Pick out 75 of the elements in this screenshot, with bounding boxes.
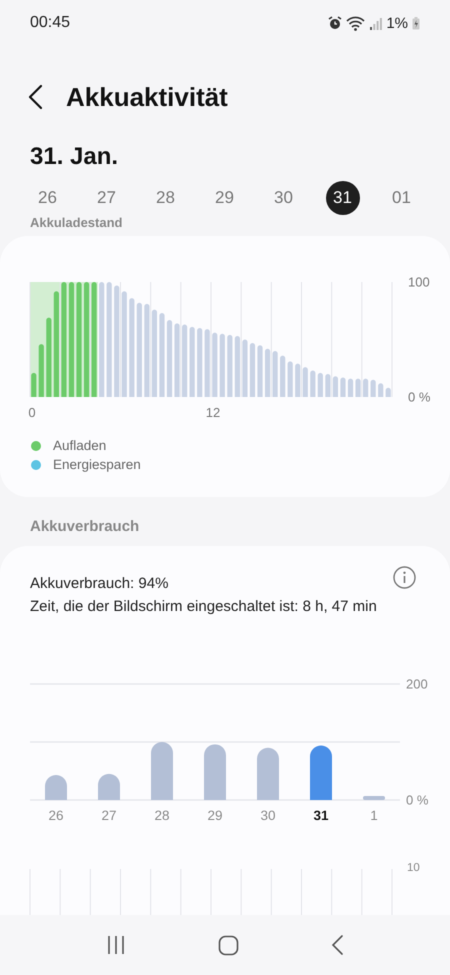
chart-bar (257, 345, 263, 397)
chart-bar (272, 351, 278, 397)
chart-bar (190, 326, 195, 397)
chart-bar (38, 344, 44, 397)
axis-label: 31 (313, 808, 329, 823)
chart-bar (318, 372, 323, 397)
axis-label: 0 (28, 405, 36, 420)
chart-bar (280, 356, 286, 397)
home-button[interactable] (218, 934, 239, 956)
chart-bar (242, 340, 248, 397)
chart-bar (197, 328, 202, 397)
chart-bar (332, 376, 338, 397)
recent-apps-button[interactable] (106, 934, 126, 956)
chart-bar (250, 342, 256, 397)
chart-bar (234, 336, 240, 397)
usage-summary: Akkuverbrauch: 94% (30, 574, 168, 594)
chart-bar (370, 380, 376, 397)
date-tab[interactable]: 30 (266, 181, 300, 215)
chart-bar (325, 374, 330, 397)
axis-label: 0 % (406, 792, 428, 808)
date-tab[interactable]: 29 (208, 181, 242, 215)
chart-bar (220, 334, 225, 397)
chart-bar (288, 361, 293, 397)
axis-label: 29 (207, 808, 223, 823)
legend-label: Aufladen (53, 437, 106, 455)
chart-bar (151, 742, 173, 800)
chart-bar (363, 796, 385, 800)
battery-percent: 1% (386, 14, 408, 32)
date-tab[interactable]: 31 (326, 181, 360, 215)
section-heading: Akkuladestand (29, 215, 124, 231)
chart-bar (264, 348, 270, 397)
chart-bar (310, 370, 316, 397)
clock-time: 00:45 (30, 14, 70, 32)
info-button[interactable] (393, 566, 416, 589)
date-title: 31. Jan. (30, 142, 120, 172)
axis-label: 100 (408, 274, 430, 290)
chart-bar (386, 388, 391, 397)
alarm-icon (328, 16, 342, 30)
chart-bar (378, 383, 384, 397)
chart-bar (295, 364, 300, 397)
screen-time-text: Zeit, die der Bildschirm eingeschaltet ist: 8 h, 47 min (30, 597, 377, 617)
axis-label: 200 (406, 676, 428, 692)
axis-label: 0 % (408, 390, 430, 404)
legend-label: Energiesparen (53, 456, 141, 474)
chart-bar (212, 332, 218, 397)
chart-bar (310, 746, 332, 800)
chart-bar (31, 372, 36, 397)
date-tab[interactable]: 28 (148, 181, 182, 215)
chart-bar (45, 775, 67, 800)
section-heading: Akkuverbrauch (29, 517, 140, 537)
chart-bar (204, 329, 210, 397)
chart-bar (363, 378, 368, 397)
date-tab[interactable]: 01 (384, 181, 418, 215)
chart-bar (302, 367, 308, 397)
chart-bar (340, 377, 346, 397)
axis-label: 28 (154, 808, 170, 823)
axis-label: 26 (48, 808, 64, 823)
chart-bar (98, 774, 120, 800)
axis-label: 30 (260, 808, 276, 823)
chart-bar (227, 334, 232, 397)
axis-label: 10 (407, 862, 420, 874)
axis-label: 27 (101, 808, 117, 823)
wifi-icon (346, 16, 366, 30)
chart-bar (204, 744, 226, 800)
date-tab[interactable]: 26 (30, 181, 64, 215)
back-button[interactable] (331, 934, 344, 956)
chart-bar (348, 378, 354, 397)
signal-icon (370, 16, 382, 30)
chart-bar (257, 748, 279, 800)
page-title: Akkuaktivität (66, 82, 228, 112)
chart-bar (355, 378, 361, 397)
axis-label: 1 (370, 808, 378, 823)
battery-charging-icon (412, 16, 420, 30)
axis-label: 12 (206, 405, 220, 420)
date-tab[interactable]: 27 (90, 181, 124, 215)
